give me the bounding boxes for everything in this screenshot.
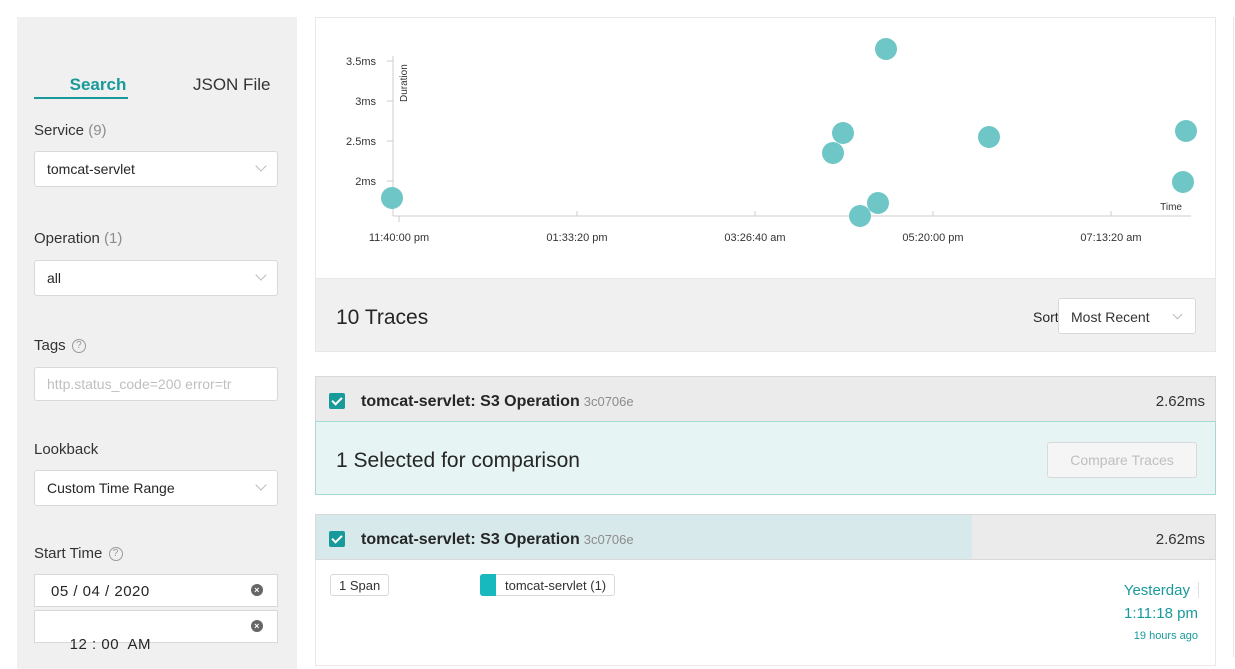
x-tick-label: 01:33:20 pm [546,232,607,244]
y-tick-label: 2.5ms [346,136,376,148]
y-tick-label: 3ms [355,96,376,108]
operation-select[interactable]: all [34,260,278,296]
x-tick-label: 05:20:00 pm [902,232,963,244]
service-label: Service (9) [34,122,107,139]
trace-date: Yesterday [1123,582,1190,599]
span-count-badge: 1 Span [330,574,390,596]
tab-json-file[interactable]: JSON File [193,75,270,95]
trace-duration: 2.62ms [1155,531,1205,548]
trace-point[interactable] [822,142,844,164]
clear-icon[interactable]: × [251,584,263,596]
service-select[interactable]: tomcat-servlet [34,151,278,187]
trace-point[interactable] [1172,171,1194,193]
trace-select-checkbox[interactable] [329,393,345,409]
trace-point[interactable] [978,126,1000,148]
x-axis-label: Time [1160,202,1182,213]
trace-row-header[interactable]: tomcat-servlet: S3 Operation 3c0706e 2.62… [315,376,1216,422]
trace-id: 3c0706e [583,394,634,409]
trace-row-header[interactable]: tomcat-servlet: S3 Operation 3c0706e 2.62… [315,514,1216,560]
tags-label: Tags ? [34,337,86,354]
y-tick-label: 3.5ms [346,56,376,68]
x-tick-label: 11:40:00 pm [369,232,429,244]
trace-name: tomcat-servlet: S3 Operation [361,393,580,410]
trace-relative-time: 19 hours ago [1133,630,1198,642]
trace-point[interactable] [381,187,403,209]
trace-row-detail: 1 Span tomcat-servlet (1) Yesterday 1:11… [315,560,1216,666]
lookback-select[interactable]: Custom Time Range [34,470,278,506]
trace-duration: 2.62ms [1155,393,1205,410]
start-time-value: 12 : 00 AM [69,636,152,653]
start-date-value: 05 / 04 / 2020 [51,583,150,600]
traces-count-title: 10 Traces [336,306,429,329]
trace-id: 3c0706e [583,532,634,547]
tags-input[interactable] [34,367,278,401]
start-date-input[interactable]: 05 / 04 / 2020 × [34,574,278,607]
service-label-text: Service [34,122,85,139]
service-count: (9) [88,122,107,139]
clear-icon[interactable]: × [251,620,263,632]
search-sidebar: Search JSON File Service (9) tomcat-serv… [17,17,297,669]
operation-select-value: all [47,270,62,286]
lookback-select-value: Custom Time Range [47,480,175,496]
divider [1198,582,1199,598]
sort-select[interactable]: Most Recent [1058,298,1196,334]
service-tag-label: tomcat-servlet (1) [505,578,607,593]
trace-scatter-plot: 3.5ms 3ms 2.5ms 2ms Duration Time 11:40:… [315,17,1216,279]
trace-title[interactable]: tomcat-servlet: S3 Operation 3c0706e [361,393,634,411]
trace-point[interactable] [832,122,854,144]
trace-name: tomcat-servlet: S3 Operation [361,531,580,548]
trace-point[interactable] [849,205,871,227]
trace-point[interactable] [867,192,889,214]
active-tab-indicator [34,97,128,99]
divider [1233,17,1234,657]
comparison-banner: 1 Selected for comparison Compare Traces [315,421,1216,495]
chevron-down-icon [255,160,267,172]
operation-label-text: Operation [34,230,100,247]
comparison-count-text: 1 Selected for comparison [336,449,580,472]
help-icon[interactable]: ? [71,339,86,354]
tab-search[interactable]: Search [51,75,145,95]
y-tick-label: 2ms [355,176,376,188]
traces-header: 10 Traces Sort: Most Recent [315,279,1216,352]
start-time-input[interactable]: 12 : 00 AM × [34,610,278,653]
operation-label: Operation (1) [34,230,122,247]
chevron-down-icon [255,479,267,491]
service-color-swatch [480,574,496,596]
chevron-down-icon [255,269,267,281]
trace-point[interactable] [1175,120,1197,142]
trace-point[interactable] [875,38,897,60]
help-icon[interactable]: ? [108,547,123,562]
trace-title[interactable]: tomcat-servlet: S3 Operation 3c0706e [361,531,634,549]
compare-traces-button[interactable]: Compare Traces [1047,442,1197,478]
service-select-value: tomcat-servlet [47,161,135,177]
lookback-label: Lookback [34,441,99,458]
x-tick-label: 07:13:20 am [1080,232,1141,244]
service-tag: tomcat-servlet (1) [480,574,616,596]
start-time-label: Start Time ? [34,545,123,562]
trace-points [381,38,1197,227]
y-axis-label: Duration [399,64,410,102]
chevron-down-icon [1172,309,1183,320]
operation-count: (1) [104,230,123,247]
sort-select-value: Most Recent [1071,309,1150,325]
tags-label-text: Tags [34,337,66,354]
trace-select-checkbox[interactable] [329,531,345,547]
scatter-plot-svg: 3.5ms 3ms 2.5ms 2ms Duration Time 11:40:… [346,38,1197,244]
x-tick-label: 03:26:40 am [724,232,785,244]
trace-time: 1:11:18 pm [1124,605,1198,622]
start-time-label-text: Start Time [34,545,103,562]
